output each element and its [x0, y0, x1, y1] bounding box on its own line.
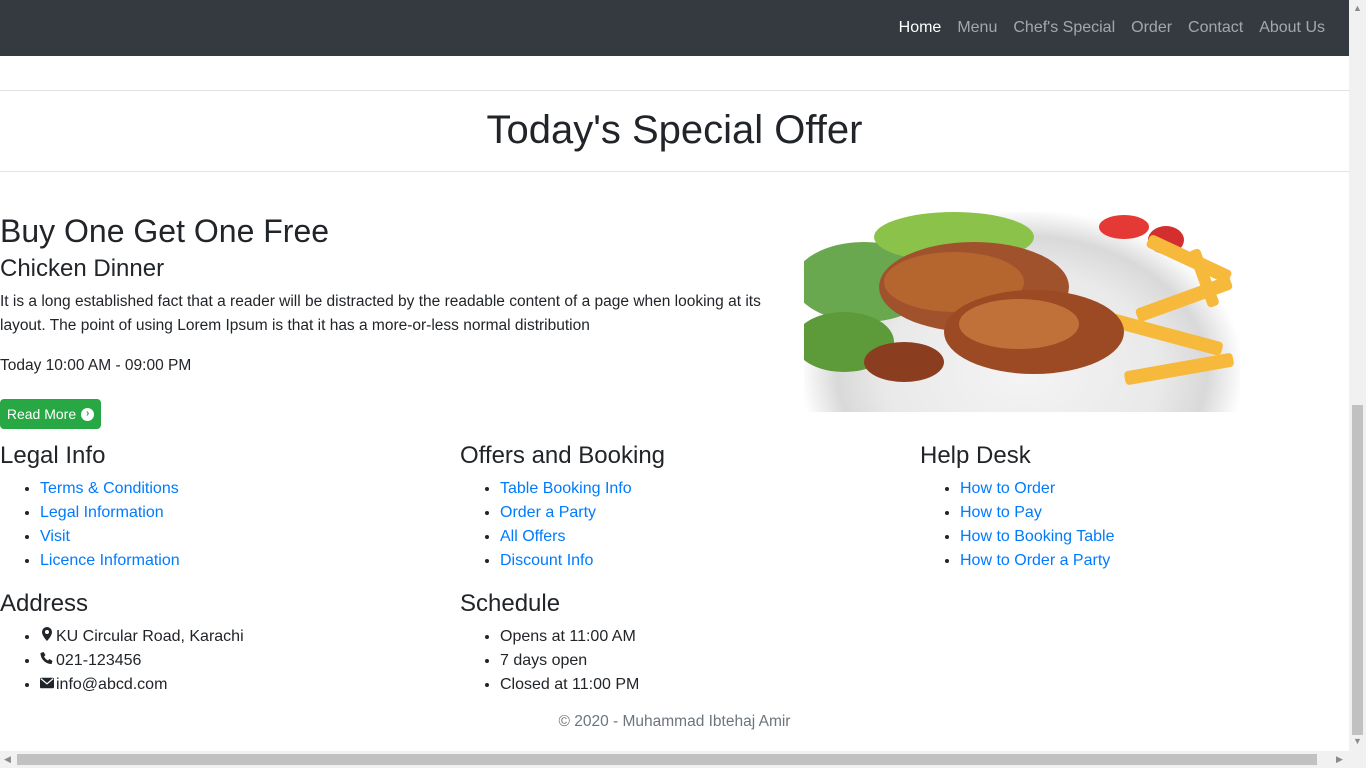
- list-item: How to Order a Party: [960, 549, 1114, 573]
- nav-chefs-special[interactable]: Chef's Special: [1005, 19, 1123, 37]
- navbar: Home Menu Chef's Special Order Contact A…: [0, 0, 1349, 56]
- nav-home[interactable]: Home: [891, 19, 950, 37]
- address-phone: 021-123456: [56, 651, 142, 669]
- page-title: Today's Special Offer: [486, 108, 863, 152]
- nav-menu[interactable]: Menu: [949, 19, 1005, 37]
- list-item: All Offers: [500, 525, 665, 549]
- link-how-to-pay[interactable]: How to Pay: [960, 504, 1042, 521]
- link-licence-information[interactable]: Licence Information: [40, 552, 180, 569]
- offers-booking-title: Offers and Booking: [460, 442, 666, 469]
- link-all-offers[interactable]: All Offers: [500, 528, 566, 545]
- list-item: How to Order: [960, 477, 1114, 501]
- list-item: How to Booking Table: [960, 525, 1114, 549]
- link-how-to-order[interactable]: How to Order: [960, 480, 1055, 497]
- read-more-label: Read More: [6, 406, 77, 422]
- vertical-scroll-thumb[interactable]: [1352, 405, 1363, 735]
- legal-info-title: Legal Info: [0, 442, 106, 469]
- list-item: info@abcd.com: [40, 673, 244, 697]
- arrow-circle-right-icon: ›: [81, 407, 95, 421]
- list-item: Closed at 11:00 PM: [500, 673, 639, 697]
- link-table-booking-info[interactable]: Table Booking Info: [500, 480, 632, 497]
- list-item: Visit: [40, 525, 180, 549]
- nav-order[interactable]: Order: [1123, 19, 1180, 37]
- address-location: KU Circular Road, Karachi: [56, 627, 244, 645]
- list-item: Licence Information: [40, 549, 180, 573]
- help-desk-section: Help Desk How to Order How to Pay How to…: [920, 442, 1114, 573]
- list-item: Terms & Conditions: [40, 477, 180, 501]
- link-order-party[interactable]: Order a Party: [500, 504, 596, 521]
- address-title: Address: [0, 590, 89, 617]
- promo-section: Buy One Get One Free Chicken Dinner It i…: [0, 212, 790, 378]
- legal-info-section: Legal Info Terms & Conditions Legal Info…: [0, 442, 180, 573]
- link-terms-conditions[interactable]: Terms & Conditions: [40, 480, 179, 497]
- link-visit[interactable]: Visit: [40, 528, 70, 545]
- nav-links: Home Menu Chef's Special Order Contact A…: [891, 0, 1333, 56]
- list-item: 021-123456: [40, 649, 244, 673]
- list-item: Opens at 11:00 AM: [500, 625, 639, 649]
- schedule-section: Schedule Opens at 11:00 AM 7 days open C…: [460, 590, 639, 697]
- read-more-button[interactable]: Read More ›: [0, 399, 101, 429]
- list-item: 7 days open: [500, 649, 639, 673]
- scroll-up-arrow-icon[interactable]: ▲: [1353, 3, 1362, 13]
- address-section: Address KU Circular Road, Karachi 021-12…: [0, 590, 244, 697]
- list-item: Table Booking Info: [500, 477, 665, 501]
- list-item: KU Circular Road, Karachi: [40, 625, 244, 649]
- promo-subheading: Chicken Dinner: [0, 255, 165, 283]
- divider-top: [0, 90, 1349, 91]
- address-email: info@abcd.com: [56, 675, 168, 693]
- nav-about-us[interactable]: About Us: [1251, 19, 1333, 37]
- vertical-scrollbar[interactable]: ▲ ▼: [1349, 0, 1366, 751]
- phone-icon: [40, 651, 53, 664]
- promo-heading: Buy One Get One Free: [0, 213, 330, 249]
- link-discount-info[interactable]: Discount Info: [500, 552, 593, 569]
- horizontal-scrollbar[interactable]: ◀ ▶: [0, 751, 1366, 768]
- scroll-right-arrow-icon[interactable]: ▶: [1336, 754, 1343, 765]
- envelope-icon: [40, 677, 54, 689]
- chicken-dinner-image: [804, 212, 1240, 412]
- food-illustration: [804, 212, 1234, 385]
- horizontal-scroll-thumb[interactable]: [17, 754, 1317, 765]
- scroll-left-arrow-icon[interactable]: ◀: [4, 754, 11, 765]
- link-legal-information[interactable]: Legal Information: [40, 504, 164, 521]
- nav-contact[interactable]: Contact: [1180, 19, 1251, 37]
- schedule-title: Schedule: [460, 590, 561, 617]
- scroll-down-arrow-icon[interactable]: ▼: [1353, 736, 1362, 746]
- footer-copyright: © 2020 - Muhammad Ibtehaj Amir: [558, 713, 791, 730]
- link-how-to-order-party[interactable]: How to Order a Party: [960, 552, 1110, 569]
- list-item: Legal Information: [40, 501, 180, 525]
- offers-booking-section: Offers and Booking Table Booking Info Or…: [460, 442, 665, 573]
- list-item: How to Pay: [960, 501, 1114, 525]
- map-marker-icon: [42, 626, 52, 641]
- list-item: Order a Party: [500, 501, 665, 525]
- help-desk-title: Help Desk: [920, 442, 1031, 469]
- divider-bottom: [0, 171, 1349, 172]
- promo-text: It is a long established fact that a rea…: [0, 293, 761, 335]
- link-how-to-booking-table[interactable]: How to Booking Table: [960, 528, 1114, 545]
- promo-hours: Today 10:00 AM - 09:00 PM: [0, 357, 192, 375]
- list-item: Discount Info: [500, 549, 665, 573]
